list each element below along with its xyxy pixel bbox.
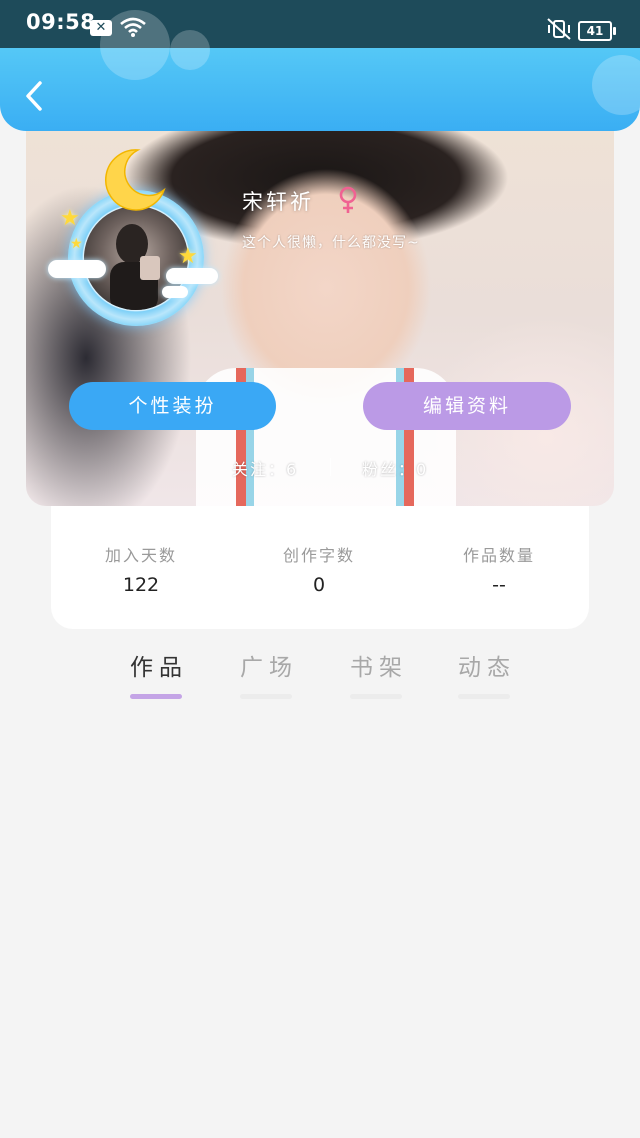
star-icon: ★ xyxy=(178,244,198,269)
tab-activity[interactable]: 动态 xyxy=(444,648,524,699)
tab-bookshelf[interactable]: 书架 xyxy=(336,648,416,699)
tab-label: 书架 xyxy=(350,655,408,681)
wifi-icon xyxy=(120,17,146,37)
tab-label: 作品 xyxy=(130,655,188,681)
battery-indicator: 41 xyxy=(578,21,616,41)
tab-indicator xyxy=(350,694,402,699)
tab-label: 动态 xyxy=(458,655,516,681)
content-tabs: 作品 广场 书架 动态 xyxy=(100,648,550,708)
personalize-button[interactable]: 个性装扮 xyxy=(69,382,276,430)
stat-value: 0 xyxy=(312,574,326,596)
tab-square[interactable]: 广场 xyxy=(226,648,306,699)
stat-label: 加入天数 xyxy=(104,546,177,565)
decor-bubble xyxy=(592,55,640,115)
stat-value: -- xyxy=(492,574,506,596)
tab-content-area xyxy=(0,710,640,1138)
status-bar: 09:58 ✕ 41 xyxy=(0,0,640,48)
tab-label: 广场 xyxy=(240,655,298,681)
tab-indicator xyxy=(458,694,510,699)
star-icon: ★ xyxy=(60,206,80,231)
stat-label: 作品数量 xyxy=(462,546,535,565)
stat-label: 创作字数 xyxy=(282,546,355,565)
stat-word-count: 创作字数 0 xyxy=(244,542,394,596)
tab-indicator xyxy=(130,694,182,699)
edit-profile-button[interactable]: 编辑资料 xyxy=(363,382,571,430)
tab-works[interactable]: 作品 xyxy=(116,648,196,699)
female-icon xyxy=(339,186,357,213)
stat-value: 122 xyxy=(122,574,160,596)
cloud-decor xyxy=(48,260,106,278)
vibrate-off-icon xyxy=(547,18,571,40)
back-button[interactable] xyxy=(18,78,54,114)
moon-icon xyxy=(105,149,166,211)
cloud-decor xyxy=(162,286,188,298)
user-bio: 这个人很懒，什么都没写~ xyxy=(242,235,420,251)
fans-count[interactable]: 粉丝：0 xyxy=(362,456,428,480)
star-icon: ★ xyxy=(70,236,83,252)
username: 宋轩祈 xyxy=(242,190,314,214)
profile-banner: ★ ★ ★ 宋轩祈 这个人很懒，什么都没写~ 个性装扮 编辑资料 关注：6 粉丝… xyxy=(26,118,614,506)
stats-card: 加入天数 122 创作字数 0 作品数量 -- xyxy=(51,496,589,629)
stat-join-days: 加入天数 122 xyxy=(66,542,216,596)
cloud-decor xyxy=(166,268,218,284)
app-header: 09:58 ✕ 41 xyxy=(0,0,640,131)
stat-works-count: 作品数量 -- xyxy=(424,542,574,596)
divider xyxy=(330,458,331,476)
tab-indicator xyxy=(240,694,292,699)
status-time: 09:58 xyxy=(26,10,96,34)
notification-icon: ✕ xyxy=(90,20,112,36)
following-count[interactable]: 关注：6 xyxy=(232,456,298,480)
